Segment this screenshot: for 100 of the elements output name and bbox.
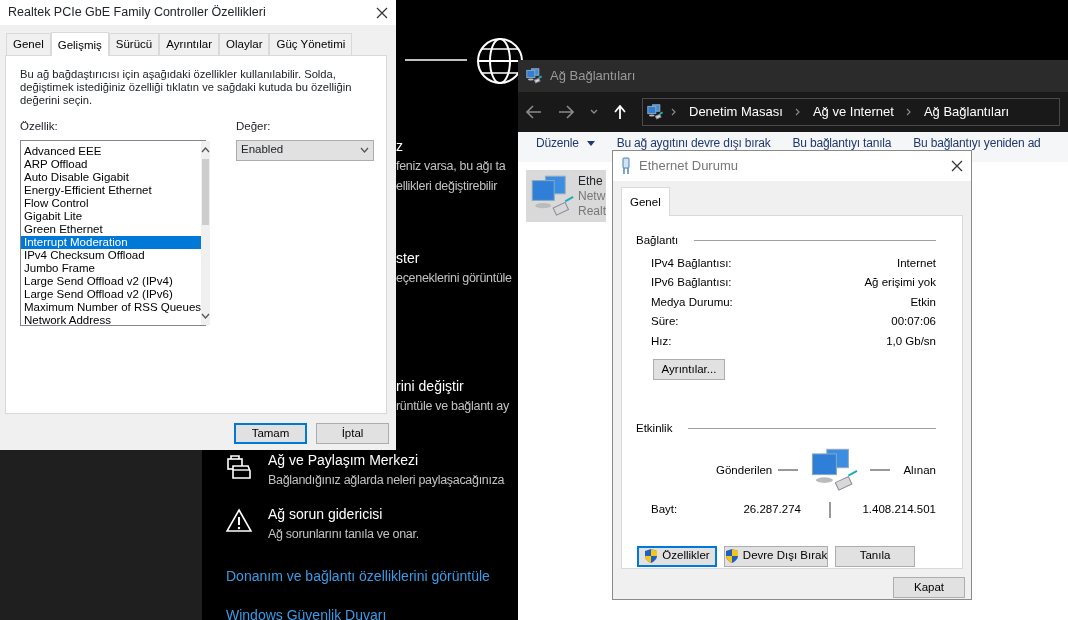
computers-cable-icon: [530, 174, 574, 218]
list-item[interactable]: Maximum Number of RSS Queues: [21, 300, 202, 314]
activity-label: Alınan: [903, 462, 936, 478]
option-description: feniz varsa, bu ağı ta: [396, 158, 506, 175]
field-label: IPv6 Bağlantısı:: [651, 275, 732, 290]
chevron-icon: [905, 108, 912, 116]
field-value: Ağ erişimi yok: [864, 275, 936, 290]
field-label: Hız:: [651, 333, 672, 349]
list-item[interactable]: Large Send Offload v2 (IPv4): [21, 274, 202, 288]
dialog-button[interactable]: Tamam: [234, 423, 307, 445]
tab[interactable]: Genel: [621, 187, 670, 217]
connection-name: Ethe: [578, 174, 604, 189]
option-description: Bağlandığınız ağlarda neleri paylaşacağınıza: [268, 472, 505, 489]
window-title: Ethernet Durumu: [639, 157, 739, 176]
back-icon[interactable]: [526, 105, 542, 119]
caret-icon: [586, 140, 595, 146]
list-item[interactable]: Interrupt Moderation: [21, 235, 202, 249]
field-value: Internet: [897, 255, 936, 271]
sharing-icon: [226, 454, 252, 480]
field-label: Değer:: [236, 119, 271, 135]
scrollbar[interactable]: [201, 140, 211, 325]
list-item[interactable]: IPv4 Checksum Offload: [21, 248, 202, 262]
list-item[interactable]: Gigabit Lite: [21, 209, 202, 223]
toolbar-button[interactable]: Bu bağlantıyı yeniden ad: [913, 134, 1041, 152]
toolbar-button[interactable]: Düzenle: [536, 134, 595, 152]
value-dropdown[interactable]: Enabled: [236, 139, 374, 161]
list-item[interactable]: Advanced EEE: [21, 144, 202, 158]
option-description: rüntüle ve bağlantı ay: [396, 398, 509, 415]
activity-label: Gönderilen: [716, 462, 773, 478]
link[interactable]: Donanım ve bağlantı özelliklerini görüntüle: [226, 566, 490, 587]
option-title[interactable]: Ağ ve Paylaşım Merkezi: [268, 450, 419, 470]
description: Bu ağ bağdaştırıcısı için aşağıdaki özellikler kullanılabilir. Solda, değiştimek istediğiniz özelliği tıklatın ve sağdaki kutuda bu özelliğin değerini seçin.: [20, 68, 353, 108]
section-heading: Bağlantı: [636, 233, 679, 249]
connection-detail: Realt: [578, 204, 606, 219]
close-button[interactable]: Kapat: [893, 577, 965, 599]
toolbar-button[interactable]: Bu bağlantıyı tanıla: [792, 134, 892, 152]
connection-detail: Netw: [578, 189, 606, 204]
tab[interactable]: Ayrıntılar: [159, 33, 220, 56]
option-title: rini değiştir: [396, 377, 464, 396]
tab[interactable]: Güç Yönetimi: [269, 33, 353, 56]
close-icon[interactable]: [376, 6, 388, 19]
option-title[interactable]: Ağ sorun gidericisi: [268, 504, 383, 524]
tab[interactable]: Genel: [6, 33, 51, 56]
field-label: Medya Durumu:: [651, 294, 733, 310]
chevron-down-icon: [360, 147, 369, 153]
list-item[interactable]: Auto Disable Gigabit: [21, 170, 202, 184]
option-title: z: [396, 137, 403, 156]
list-item[interactable]: Flow Control: [21, 196, 202, 210]
list-item[interactable]: Green Ethernet: [21, 222, 202, 236]
list-item[interactable]: Large Send Offload v2 (IPv6): [21, 287, 202, 301]
action-button[interactable]: Devre Dışı Bırak: [724, 545, 828, 567]
field-label: Süre:: [651, 314, 679, 329]
window-title: Ağ Bağlantıları: [550, 67, 636, 86]
action-button[interactable]: Özellikler: [637, 545, 717, 567]
breadcrumb-item[interactable]: Ağ ve Internet: [812, 102, 894, 122]
byte-count: 26.287.274: [742, 502, 801, 518]
action-button[interactable]: Tanıla: [835, 545, 915, 567]
connection-item[interactable]: Ethe Netw Realt: [526, 170, 606, 222]
computers-icon: [526, 68, 542, 84]
field-label: IPv4 Bağlantısı:: [651, 255, 732, 271]
tab[interactable]: Gelişmiş: [50, 32, 109, 57]
leader-line: [870, 469, 891, 472]
scrollbar-thumb[interactable]: [202, 158, 210, 225]
details-button[interactable]: Ayrıntılar...: [653, 359, 725, 380]
close-icon[interactable]: [951, 160, 963, 172]
plug-icon: [621, 157, 631, 175]
field-label: Bayt:: [651, 502, 679, 518]
list-item[interactable]: Network Address: [21, 313, 202, 327]
field-label: Özellik:: [20, 119, 58, 135]
chevron-icon: [671, 108, 677, 116]
field-value: 1,0 Gb/sn: [886, 333, 936, 349]
dialog-button[interactable]: İptal: [316, 423, 389, 445]
warning-icon: [226, 508, 252, 532]
field-value: Etkin: [910, 294, 936, 310]
chevron-icon: [794, 108, 801, 116]
option-title: ster: [396, 249, 420, 268]
tab[interactable]: Olaylar: [219, 33, 270, 56]
scroll-down-icon[interactable]: [201, 312, 211, 319]
section-heading: Etkinlik: [636, 421, 673, 436]
breadcrumb-item[interactable]: Ağ Bağlantıları: [923, 102, 1010, 122]
up-icon[interactable]: [614, 105, 626, 119]
forward-icon[interactable]: [558, 105, 574, 119]
list-item[interactable]: Energy-Efficient Ethernet: [21, 183, 202, 197]
toolbar-button[interactable]: Bu ağ aygıtını devre dışı bırak: [616, 134, 771, 152]
option-description: Ağ sorunlarını tanıla ve onar.: [268, 526, 419, 543]
caret-icon[interactable]: [590, 109, 598, 115]
option-description: eçeneklerini görüntüle: [396, 270, 512, 287]
option-description: ellikleri değiştirebilir: [396, 178, 498, 195]
window-title: Realtek PCIe GbE Family Controller Özellikleri: [8, 4, 267, 22]
tab[interactable]: Sürücü: [108, 33, 160, 56]
link[interactable]: Windows Güvenlik Duvarı: [226, 605, 387, 620]
leader-line: [778, 469, 799, 472]
breadcrumb-item[interactable]: Denetim Masası: [689, 102, 783, 122]
list-item[interactable]: ARP Offload: [21, 157, 202, 171]
scroll-up-icon[interactable]: [201, 146, 211, 153]
address-field[interactable]: Denetim Masası Ağ ve Internet Ağ Bağlantıları: [642, 98, 1060, 126]
field-value: 00:07:06: [891, 314, 936, 329]
computers-icon: [647, 104, 663, 120]
byte-count: 1.408.214.501: [862, 502, 936, 518]
list-item[interactable]: Jumbo Frame: [21, 261, 202, 275]
